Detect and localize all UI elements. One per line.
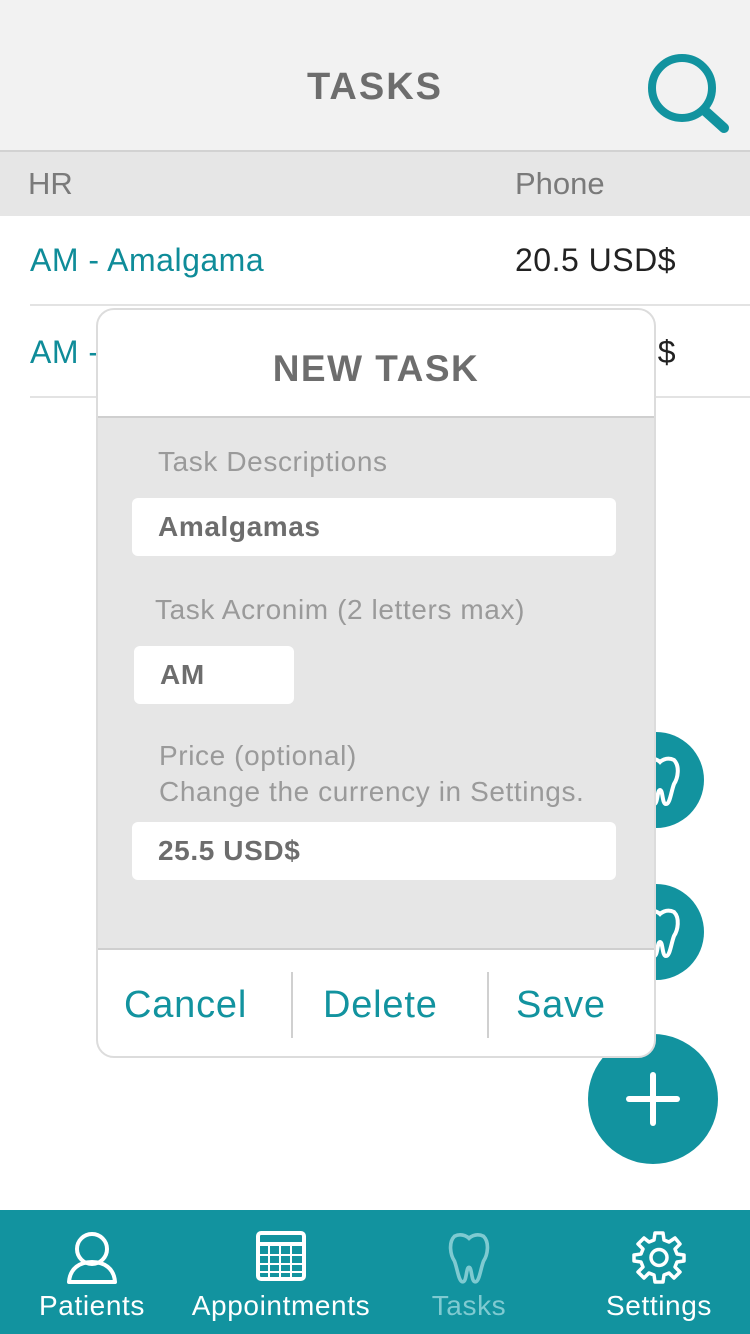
tab-appointments[interactable]: Appointments	[186, 1210, 376, 1334]
action-divider	[291, 972, 293, 1038]
description-label: Task Descriptions	[158, 446, 388, 477]
task-price: 20.5 USD$	[514, 242, 676, 278]
currency-hint: Change the currency in Settings.	[159, 776, 585, 807]
gear-icon	[632, 1231, 686, 1284]
tab-label: Appointments	[191, 1290, 371, 1321]
tab-settings[interactable]: Settings	[590, 1210, 728, 1334]
app-header: TASKS	[0, 0, 750, 152]
person-icon	[67, 1232, 117, 1284]
tab-label: Tasks	[431, 1290, 507, 1321]
tab-tasks[interactable]: Tasks	[410, 1210, 528, 1334]
cancel-button[interactable]: Cancel	[124, 984, 247, 1027]
tab-patients[interactable]: Patients	[18, 1210, 166, 1334]
task-price: $	[657, 334, 676, 370]
search-icon	[648, 54, 729, 133]
delete-button[interactable]: Delete	[323, 984, 438, 1027]
save-button[interactable]: Save	[516, 984, 606, 1027]
task-row[interactable]: AM - Amalgama 20.5 USD$	[30, 216, 750, 306]
search-button[interactable]	[642, 50, 734, 136]
price-field[interactable]	[132, 822, 616, 880]
dialog-actions: Cancel Delete Save	[98, 950, 654, 1056]
task-name: AM -	[30, 334, 100, 370]
action-divider	[487, 972, 489, 1038]
task-name: AM - Amalgama	[30, 242, 265, 278]
tab-label: Patients	[39, 1290, 145, 1321]
tab-label: Settings	[606, 1290, 712, 1321]
column-header: HR Phone	[0, 152, 750, 216]
tooth-icon	[448, 1232, 490, 1284]
column-phone: Phone	[515, 166, 605, 201]
description-field[interactable]	[132, 498, 616, 556]
calendar-icon	[256, 1231, 306, 1281]
acronym-field[interactable]	[134, 646, 294, 704]
column-hr: HR	[28, 166, 73, 201]
dialog-title: NEW TASK	[272, 348, 480, 389]
price-label: Price (optional)	[159, 740, 357, 771]
plus-icon	[626, 1072, 680, 1126]
tab-bar: Patients Appointments Tasks Settings	[0, 1210, 750, 1334]
dialog-form: Task Descriptions Task Acronim (2 letter…	[98, 416, 654, 950]
acronym-label: Task Acronim (2 letters max)	[155, 594, 525, 625]
page-title: TASKS	[307, 66, 443, 108]
new-task-dialog: NEW TASK Task Descriptions Task Acronim …	[96, 308, 656, 1058]
